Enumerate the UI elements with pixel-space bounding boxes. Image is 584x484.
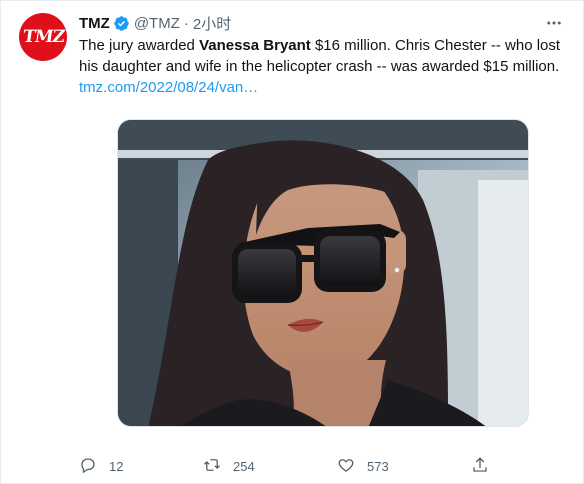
heart-icon: [337, 456, 355, 477]
tweet-image[interactable]: [117, 119, 529, 427]
tweet-link[interactable]: tmz.com/2022/08/24/van…: [79, 77, 258, 98]
verified-badge-icon: [113, 15, 130, 32]
tmz-logo: TMZ: [21, 27, 65, 47]
reply-count: 12: [109, 458, 124, 474]
tweet-actions: 12 254 573: [79, 455, 509, 477]
tweet-text-mention: Vanessa Bryant: [199, 37, 311, 54]
more-options-icon[interactable]: [543, 13, 565, 33]
display-name[interactable]: TMZ: [79, 15, 110, 32]
reply-button[interactable]: 12: [79, 455, 123, 477]
tweet-text-part1: The jury awarded: [79, 37, 200, 54]
tweet-text: The jury awarded Vanessa Bryant $16 mill…: [79, 35, 569, 77]
like-button[interactable]: 573: [337, 455, 389, 477]
timestamp[interactable]: 2小时: [193, 13, 231, 34]
retweet-count: 254: [233, 458, 255, 474]
reply-icon: [79, 456, 97, 477]
share-icon: [471, 456, 489, 477]
share-button[interactable]: [471, 455, 489, 477]
separator-dot: ·: [183, 14, 189, 32]
tweet-header: TMZ @TMZ · 2小时: [79, 13, 231, 33]
retweet-icon: [203, 456, 221, 477]
like-count: 573: [367, 458, 389, 474]
retweet-button[interactable]: 254: [203, 455, 255, 477]
handle[interactable]: @TMZ: [134, 15, 180, 32]
tweet-card[interactable]: TMZ TMZ @TMZ · 2小时 The jury awarded Vane…: [0, 0, 584, 484]
avatar[interactable]: TMZ: [19, 13, 67, 61]
